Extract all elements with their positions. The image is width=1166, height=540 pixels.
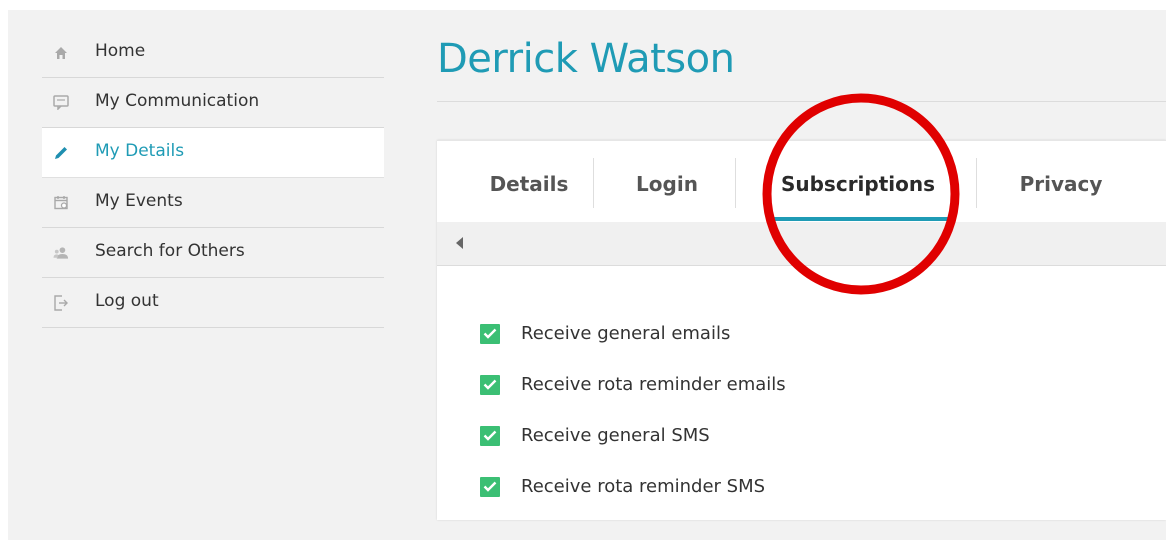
sidebar-item-label: Home [95, 40, 146, 61]
tab-login[interactable]: Login [597, 141, 737, 223]
subscription-option[interactable]: Receive rota reminder emails [480, 359, 786, 410]
home-icon [53, 45, 69, 61]
checkbox-checked[interactable] [480, 425, 500, 446]
title-divider [437, 101, 1166, 102]
tab-divider [593, 158, 594, 208]
checkmark-icon [483, 379, 497, 390]
page-title: Derrick Watson [437, 36, 735, 82]
tab-label: Login [636, 172, 698, 196]
checkmark-icon [483, 328, 497, 339]
details-panel: Details Login Subscriptions Privacy Rece… [437, 140, 1166, 520]
sidebar-item-search-for-others[interactable]: Search for Others [42, 228, 384, 278]
tab-divider [976, 158, 977, 208]
sidebar-item-my-events[interactable]: My Events [42, 178, 384, 228]
tab-privacy[interactable]: Privacy [987, 141, 1135, 223]
subscription-label: Receive rota reminder SMS [521, 475, 766, 497]
checkmark-icon [483, 481, 497, 492]
checkbox-checked[interactable] [480, 476, 500, 497]
subscription-option[interactable]: Receive general SMS [480, 410, 786, 461]
page-canvas: Home My Communication My Details My Even… [0, 0, 1166, 540]
subscription-label: Receive general emails [521, 322, 731, 344]
users-icon [53, 245, 69, 261]
checkbox-checked[interactable] [480, 323, 500, 344]
sidebar-item-my-communication[interactable]: My Communication [42, 78, 384, 128]
checkmark-icon [483, 430, 497, 441]
tab-divider [735, 158, 736, 208]
sidebar-item-label: My Events [95, 190, 183, 211]
tab-label: Details [489, 172, 569, 196]
tab-subscriptions[interactable]: Subscriptions [758, 141, 958, 223]
tab-scroll-bar [437, 222, 1166, 266]
tab-label: Privacy [1019, 172, 1103, 196]
tab-label: Subscriptions [780, 172, 936, 196]
checkbox-checked[interactable] [480, 374, 500, 395]
sidebar-item-log-out[interactable]: Log out [42, 278, 384, 328]
tab-bar: Details Login Subscriptions Privacy [437, 140, 1166, 222]
sidebar-item-label: Search for Others [95, 240, 245, 261]
calendar-icon [53, 195, 69, 211]
scroll-left-arrow-icon[interactable] [453, 235, 467, 251]
subscription-option[interactable]: Receive general emails [480, 308, 786, 359]
subscription-option[interactable]: Receive rota reminder SMS [480, 461, 786, 512]
active-tab-indicator [768, 217, 948, 221]
pencil-icon [53, 145, 69, 161]
sidebar-item-label: Log out [95, 290, 159, 311]
subscription-label: Receive rota reminder emails [521, 373, 786, 395]
sidebar-item-my-details[interactable]: My Details [42, 128, 384, 178]
tab-details[interactable]: Details [459, 141, 599, 223]
sidebar-item-label: My Communication [95, 90, 260, 111]
sidebar-item-label: My Details [95, 140, 185, 161]
logout-icon [53, 294, 69, 311]
subscription-options: Receive general emails Receive rota remi… [480, 308, 786, 512]
subscription-label: Receive general SMS [521, 424, 710, 446]
sidebar-nav: Home My Communication My Details My Even… [42, 28, 384, 328]
sidebar-item-home[interactable]: Home [42, 28, 384, 78]
chat-icon [53, 95, 69, 111]
